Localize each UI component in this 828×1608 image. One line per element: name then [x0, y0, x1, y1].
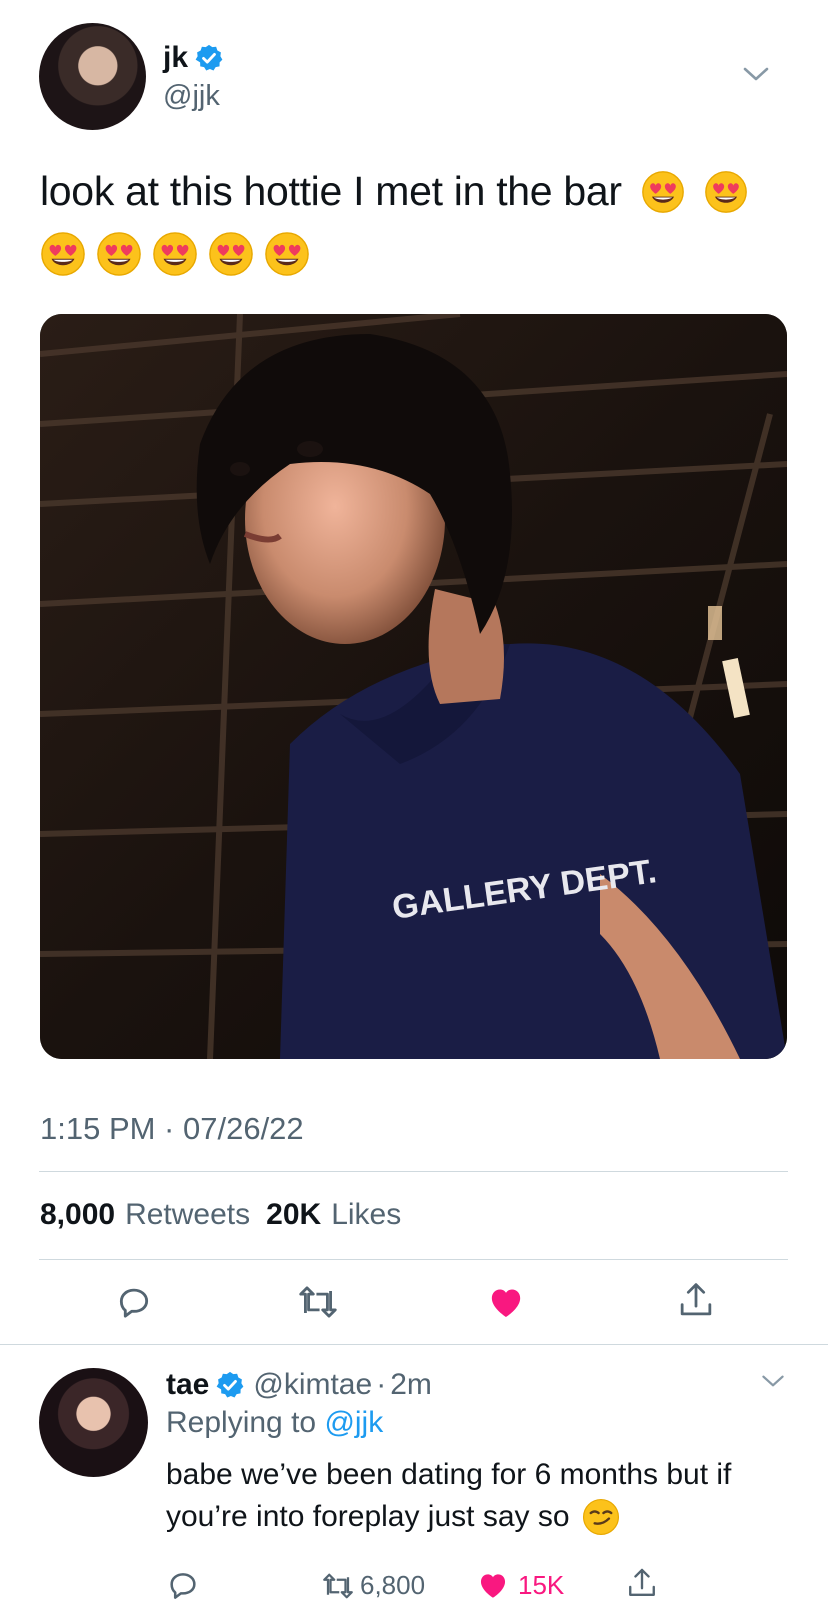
reply-time[interactable]: 2m	[390, 1368, 432, 1402]
tweet-stats: 8,000 Retweets 20K Likes	[40, 1198, 401, 1232]
reply-author-avatar[interactable]	[39, 1368, 148, 1477]
reply-retweet-action[interactable]: 6,800	[320, 1570, 425, 1601]
heart-eyes-emoji	[641, 170, 689, 218]
reply-like-count: 15K	[518, 1569, 565, 1600]
heart-icon[interactable]	[486, 1282, 526, 1322]
tweet-timestamp[interactable]: 1:15 PM · 07/26/22	[40, 1111, 304, 1147]
divider	[39, 1171, 788, 1172]
retweet-icon[interactable]	[296, 1283, 340, 1321]
reply-text-content: you’re into foreplay just say so	[166, 1500, 570, 1533]
heart-eyes-emoji	[40, 231, 88, 279]
reply-icon[interactable]	[115, 1283, 153, 1321]
reply-header: tae @kimtae · 2m	[166, 1364, 432, 1406]
reply-text: babe we’ve been dating for 6 months but …	[166, 1454, 806, 1538]
author-name-row[interactable]: jk	[163, 38, 224, 78]
chevron-down-icon[interactable]	[741, 64, 771, 84]
retweets-label[interactable]: Retweets	[125, 1198, 250, 1232]
smirk-emoji	[582, 1498, 620, 1536]
heart-eyes-emoji	[264, 231, 312, 279]
replying-to-handle[interactable]: @jjk	[324, 1406, 383, 1439]
heart-icon	[476, 1568, 510, 1602]
divider	[0, 1344, 828, 1345]
heart-eyes-emoji	[704, 170, 752, 218]
verified-badge-icon	[194, 43, 224, 73]
likes-label[interactable]: Likes	[331, 1198, 401, 1232]
author-handle[interactable]: @jjk	[163, 80, 220, 113]
reply-text-line: babe we’ve been dating for 6 months but …	[166, 1458, 732, 1491]
replying-to-label: Replying to	[166, 1406, 317, 1439]
tweet-photo-illustration: GALLERY DEPT.	[40, 314, 787, 1059]
tweet-emoji-row	[40, 231, 312, 279]
verified-badge-icon	[215, 1370, 245, 1400]
tweet-text-content: look at this hottie I met in the bar	[40, 168, 622, 214]
reply-icon[interactable]	[166, 1568, 200, 1602]
heart-eyes-emoji	[208, 231, 256, 279]
retweets-count[interactable]: 8,000	[40, 1198, 115, 1232]
reply-text-line-2: you’re into foreplay just say so	[166, 1496, 806, 1538]
author-display-name[interactable]: jk	[163, 41, 188, 75]
heart-eyes-emoji	[96, 231, 144, 279]
reply-like-action[interactable]: 15K	[476, 1568, 564, 1602]
tweet-text: look at this hottie I met in the bar	[40, 163, 800, 219]
chevron-down-icon[interactable]	[760, 1372, 786, 1390]
likes-count[interactable]: 20K	[266, 1198, 321, 1232]
author-avatar[interactable]	[39, 23, 146, 130]
reply-display-name[interactable]: tae	[166, 1368, 209, 1402]
share-icon[interactable]	[677, 1280, 715, 1320]
heart-eyes-emoji	[152, 231, 200, 279]
tweet-photo[interactable]: GALLERY DEPT.	[40, 314, 787, 1059]
reply-handle[interactable]: @kimtae	[253, 1368, 372, 1402]
reply-separator-dot: ·	[376, 1368, 387, 1401]
reply-retweet-count: 6,800	[360, 1570, 426, 1600]
share-icon[interactable]	[626, 1566, 658, 1600]
replying-to: Replying to @jjk	[166, 1406, 383, 1440]
divider	[39, 1259, 788, 1260]
retweet-icon	[320, 1571, 356, 1601]
